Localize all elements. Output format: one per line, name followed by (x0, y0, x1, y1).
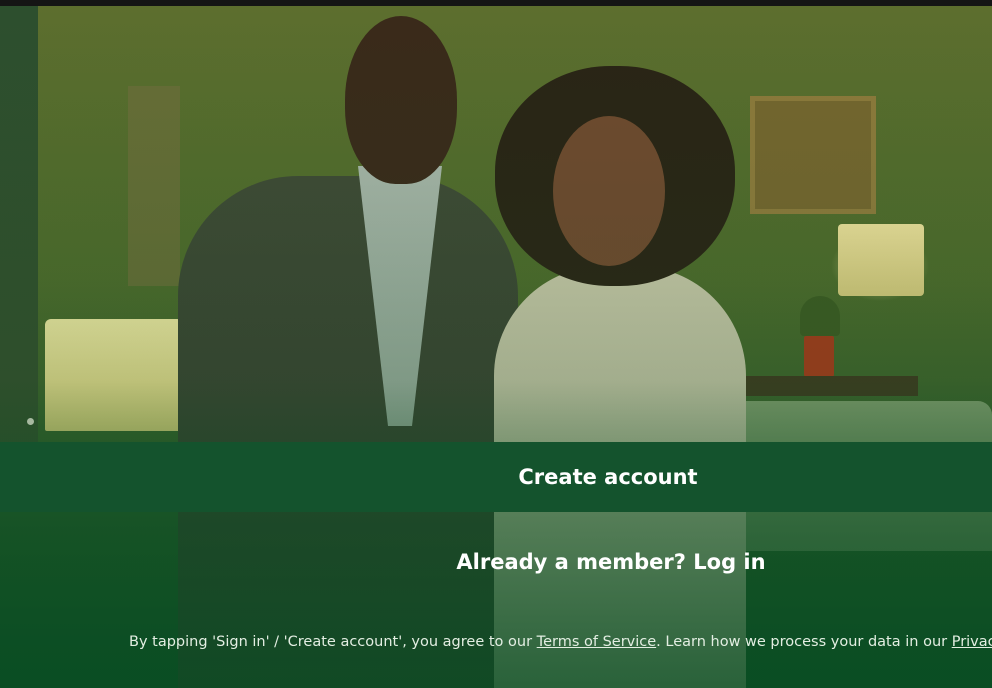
create-account-button[interactable]: Create account (0, 442, 992, 512)
legal-prefix: By tapping 'Sign in' / 'Create account',… (129, 634, 537, 650)
photo-green-overlay (0, 6, 992, 688)
login-link[interactable]: Already a member? Log in (0, 540, 992, 584)
carousel-dot[interactable] (27, 418, 34, 425)
terms-of-service-link[interactable]: Terms of Service (537, 634, 656, 650)
legal-middle: . Learn how we process your data in our (656, 634, 952, 650)
hero-photo (0, 6, 992, 688)
legal-text: By tapping 'Sign in' / 'Create account',… (129, 634, 992, 656)
privacy-policy-link[interactable]: Privacy Policy (952, 634, 992, 650)
